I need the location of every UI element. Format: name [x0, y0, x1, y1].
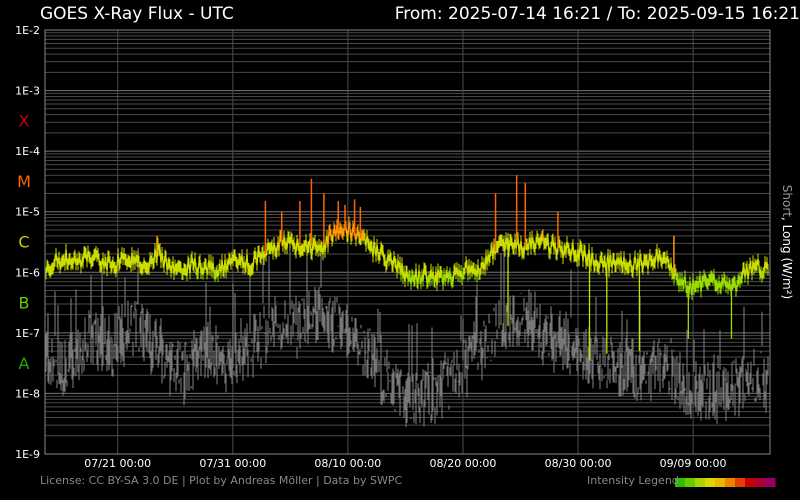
y-tick-label: 1E-8: [15, 387, 40, 400]
xray-flux-chart: 1E-2 1E-3 1E-4 1E-5 1E-6 1E-7 1E-8 1E-9 X M C B A 0…: [15, 24, 776, 487]
intensity-legend-swatch: [765, 478, 776, 487]
y-tick-label: 1E-4: [15, 145, 40, 158]
x-tick-label: 09/09 00:00: [660, 457, 727, 470]
license-text: License: CC BY-SA 3.0 DE | Plot by Andre…: [40, 474, 403, 487]
intensity-legend-swatch: [735, 478, 746, 487]
x-tick-label: 07/21 00:00: [84, 457, 151, 470]
x-tick-labels: 07/21 00:00 07/31 00:00 08/10 00:00 08/20 0…: [84, 457, 726, 470]
intensity-legend-swatch: [745, 478, 756, 487]
range-separator: /: [606, 4, 613, 24]
range-from: 2025-07-14 16:21: [448, 4, 602, 24]
intensity-legend-swatch: [705, 478, 716, 487]
y-axis-label-rest: , Long (W/m²): [780, 216, 794, 300]
x-tick-label: 07/31 00:00: [199, 457, 266, 470]
range-to-label: To:: [617, 4, 642, 24]
x-tick-label: 08/20 00:00: [430, 457, 497, 470]
intensity-legend-swatch: [695, 478, 706, 487]
intensity-legend: [675, 478, 776, 487]
y-axis-label: Short, Long (W/m²): [780, 185, 794, 299]
flare-class-m: M: [17, 172, 31, 191]
y-axis-label-short: Short: [780, 184, 794, 217]
y-tick-label: 1E-6: [15, 266, 40, 279]
y-tick-label: 1E-9: [15, 448, 40, 461]
y-tick-label: 1E-3: [15, 85, 40, 98]
flare-class-b: B: [19, 293, 30, 312]
y-tick-label: 1E-7: [15, 327, 40, 340]
intensity-legend-swatch: [685, 478, 696, 487]
date-range: From: 2025-07-14 16:21 / To: 2025-09-15 …: [395, 4, 800, 24]
x-tick-label: 08/30 00:00: [545, 457, 612, 470]
range-from-label: From:: [394, 4, 443, 24]
intensity-legend-label: Intensity Legend: [587, 474, 679, 487]
intensity-legend-swatch: [715, 478, 726, 487]
y-tick-label: 1E-5: [15, 206, 40, 219]
intensity-legend-swatch: [725, 478, 736, 487]
flare-class-x: X: [19, 112, 30, 131]
chart-title: GOES X-Ray Flux - UTC: [40, 4, 234, 24]
flare-class-a: A: [19, 354, 30, 373]
range-to: 2025-09-15 16:21: [646, 4, 800, 24]
y-tick-label: 1E-2: [15, 24, 40, 37]
intensity-legend-swatch: [755, 478, 766, 487]
flare-class-c: C: [18, 233, 29, 252]
x-tick-label: 08/10 00:00: [314, 457, 381, 470]
